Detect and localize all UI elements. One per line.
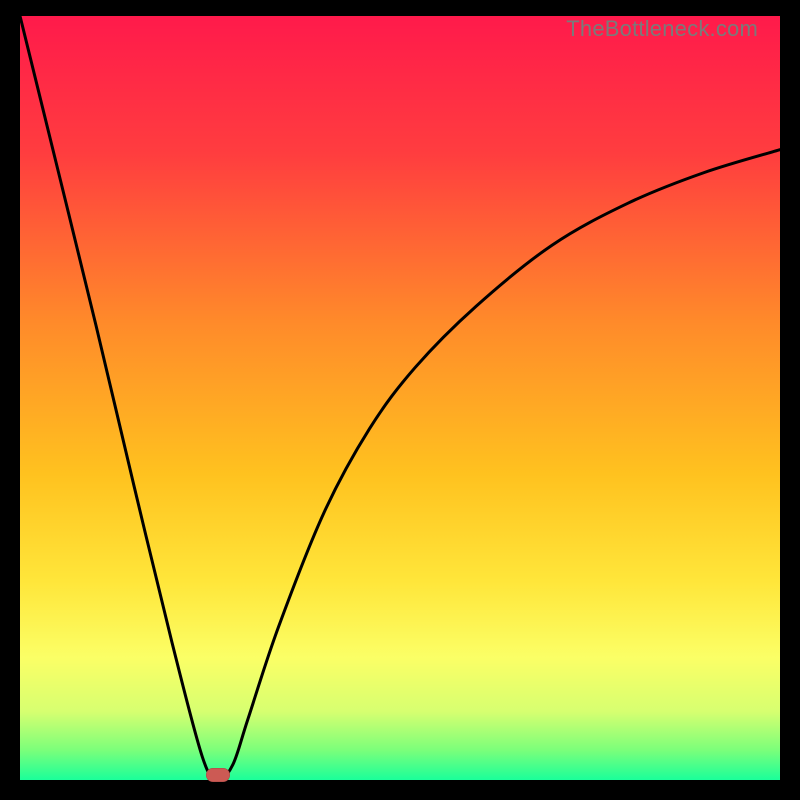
watermark-text: TheBottleneck.com [566, 16, 758, 42]
chart-frame: TheBottleneck.com [20, 16, 780, 780]
gradient-background [20, 16, 780, 780]
bottleneck-chart [20, 16, 780, 780]
optimal-point-marker [206, 768, 230, 782]
